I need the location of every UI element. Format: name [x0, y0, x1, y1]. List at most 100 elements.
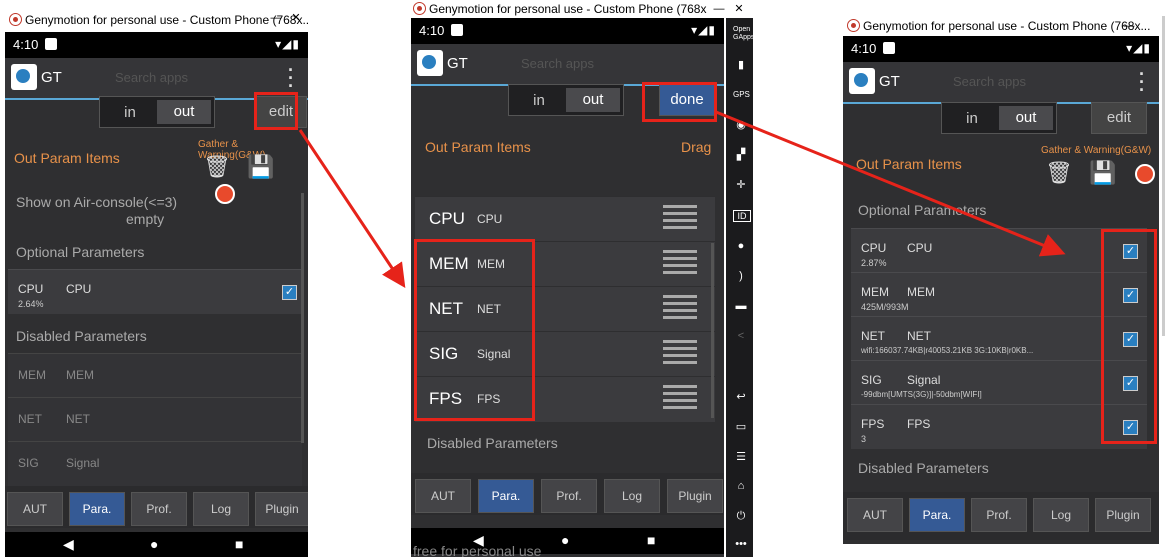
left-edit-highlight [254, 92, 298, 130]
gps-icon[interactable]: GPS [733, 90, 750, 99]
left-disabled-sig-row[interactable]: SIG Signal [8, 441, 302, 486]
status-time: 4:10 [851, 41, 877, 56]
record-icon[interactable] [1134, 164, 1155, 185]
right-window-edge [1162, 16, 1165, 336]
trash-icon[interactable]: 🗑 [1045, 160, 1073, 185]
cpu-name: CPU [477, 212, 503, 226]
clapper-icon[interactable]: ▞ [733, 148, 749, 161]
move-icon[interactable]: ✛ [733, 178, 749, 191]
footer-ghost-text: free for personal use [413, 543, 542, 557]
in-toggle[interactable]: in [103, 104, 157, 121]
home-icon[interactable]: ● [561, 532, 569, 548]
in-toggle[interactable]: in [512, 92, 566, 109]
share-icon[interactable]: < [733, 330, 749, 342]
in-toggle[interactable]: in [945, 110, 999, 127]
middle-scrollbar[interactable] [711, 243, 714, 418]
tab-plugin[interactable]: Plugin [255, 492, 308, 526]
right-titlebar[interactable]: Genymotion for personal use - Custom Pho… [843, 16, 1159, 36]
opengapps-icon[interactable]: Open GApps [733, 26, 753, 42]
mem-value: 425M/993M [861, 302, 909, 312]
out-toggle[interactable]: out [999, 106, 1053, 130]
app-title: GT [447, 55, 468, 72]
middle-titlebar[interactable]: Genymotion for personal use - Custom Pho… [409, 0, 753, 18]
mem-key: MEM [18, 368, 46, 382]
out-toggle[interactable]: out [566, 88, 620, 112]
middle-cpu-row[interactable]: CPU CPU [415, 196, 715, 242]
tab-log[interactable]: Log [1033, 498, 1089, 532]
cpu-checkbox[interactable]: ✓ [282, 285, 297, 300]
drag-handle-icon[interactable] [663, 385, 697, 413]
record-icon[interactable] [215, 184, 235, 205]
optional-params-header: Optional Parameters [16, 244, 145, 260]
left-disabled-mem-row[interactable]: MEM MEM [8, 353, 302, 398]
signal-battery-icon: ▾◢▮ [275, 37, 300, 51]
back-icon[interactable]: ◀ [63, 536, 74, 553]
in-out-toggle[interactable]: in out [508, 84, 624, 116]
tab-para[interactable]: Para. [909, 498, 965, 532]
right-checkbox-highlight [1101, 229, 1157, 444]
left-titlebar[interactable]: Genymotion for personal use - Custom Pho… [5, 8, 308, 32]
sig-value: -99dbm[UMTS(3G)]|-50dbm[WIFI] [861, 390, 982, 399]
tab-aut[interactable]: AUT [847, 498, 903, 532]
more-icon[interactable]: ••• [733, 538, 749, 550]
minimize-icon[interactable]: — [711, 3, 727, 15]
close-icon[interactable]: ✕ [288, 12, 304, 24]
disk-icon[interactable]: ● [733, 240, 749, 252]
menu-key-icon[interactable]: ☰ [733, 450, 749, 463]
battery-icon[interactable]: ▮ [733, 58, 749, 71]
tab-para[interactable]: Para. [69, 492, 125, 526]
tab-prof[interactable]: Prof. [971, 498, 1027, 532]
in-out-toggle[interactable]: in out [99, 96, 215, 128]
drag-handle-icon[interactable] [663, 295, 697, 323]
save-icon[interactable]: 💾 [1089, 160, 1116, 185]
out-param-items-header: Out Param Items [425, 139, 531, 155]
id-icon[interactable]: ID [733, 210, 751, 222]
home-key-icon[interactable]: ⌂ [733, 480, 749, 492]
net-name: NET [907, 329, 931, 343]
left-scrollbar[interactable] [301, 193, 304, 443]
home-icon[interactable]: ● [150, 536, 158, 552]
cpu-value: 2.64% [18, 299, 44, 309]
overflow-menu-icon[interactable]: · · · [1139, 65, 1145, 99]
tab-plugin[interactable]: Plugin [667, 479, 723, 513]
minimize-icon[interactable]: — [268, 12, 284, 24]
status-time: 4:10 [419, 23, 445, 38]
out-toggle[interactable]: out [157, 100, 211, 124]
chat-icon[interactable]: ▬ [733, 300, 749, 312]
tab-log[interactable]: Log [193, 492, 249, 526]
middle-statusbar: 4:10 ▾◢▮ [411, 18, 724, 44]
drag-handle-icon[interactable] [663, 205, 697, 233]
rss-icon[interactable]: ) [733, 270, 749, 282]
overflow-menu-icon[interactable]: · · · [288, 61, 294, 95]
tab-log[interactable]: Log [604, 479, 660, 513]
drag-handle-icon[interactable] [663, 340, 697, 368]
notification-icon [45, 38, 57, 50]
minimize-icon[interactable]: — [1121, 20, 1137, 32]
left-tab-bar: AUT Para. Prof. Log Plugin [5, 486, 308, 528]
mem-name: MEM [66, 368, 94, 382]
tab-para[interactable]: Para. [478, 479, 534, 513]
notification-icon [883, 42, 895, 54]
tab-aut[interactable]: AUT [415, 479, 471, 513]
recents-icon[interactable]: ■ [647, 532, 655, 548]
recents-icon[interactable]: ■ [235, 536, 243, 552]
in-out-toggle[interactable]: in out [941, 102, 1057, 134]
tab-prof[interactable]: Prof. [131, 492, 187, 526]
camera-icon[interactable]: ◉ [733, 118, 749, 131]
save-icon[interactable]: 💾 [247, 154, 274, 179]
back-key-icon[interactable]: ↩ [733, 390, 749, 403]
close-icon[interactable]: ✕ [731, 3, 747, 15]
tab-aut[interactable]: AUT [7, 492, 63, 526]
out-param-items-header: Out Param Items [14, 150, 120, 166]
tab-prof[interactable]: Prof. [541, 479, 597, 513]
drag-handle-icon[interactable] [663, 250, 697, 278]
left-disabled-net-row[interactable]: NET NET [8, 397, 302, 442]
tab-plugin[interactable]: Plugin [1095, 498, 1151, 532]
edit-button[interactable]: edit [1091, 102, 1147, 134]
trash-icon[interactable]: 🗑 [203, 154, 231, 179]
fps-key: FPS [861, 417, 885, 431]
left-cpu-row[interactable]: CPU CPU 2.64% ✓ [8, 269, 302, 314]
recent-key-icon[interactable]: ▭ [733, 420, 749, 433]
power-icon[interactable]: ⏻ [733, 510, 749, 523]
cpu-key: CPU [861, 241, 887, 255]
